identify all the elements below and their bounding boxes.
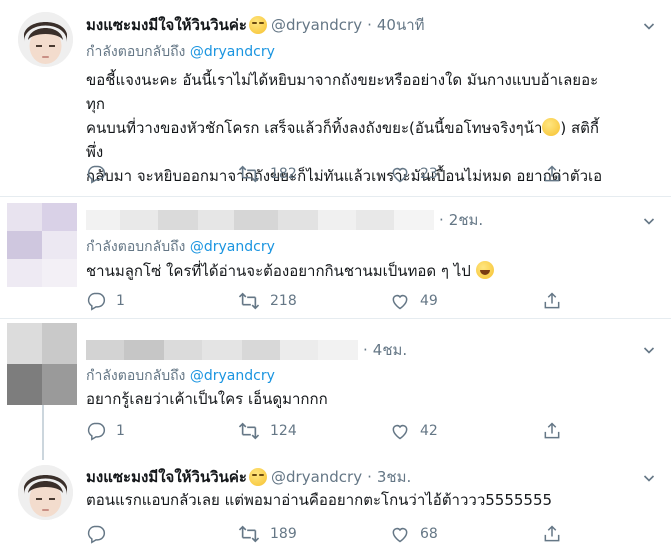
tweet[interactable]: · 2ชม. กำลังตอบกลับถึง @dryandcry ชานมลู… bbox=[0, 197, 671, 318]
replying-to-label: กำลังตอบกลับถึง bbox=[86, 239, 186, 255]
share-icon bbox=[542, 291, 562, 311]
reply-button[interactable] bbox=[86, 164, 238, 184]
blurred-name[interactable] bbox=[86, 340, 358, 360]
like-icon bbox=[390, 421, 410, 441]
display-name[interactable]: มงแซะมงมีใจให้วินวินค่ะ bbox=[86, 465, 247, 489]
tweet-text: ขอชี้แจงนะคะ อันนี้เราไม่ได้หยิบมาจากถัง… bbox=[86, 68, 606, 212]
chevron-down-icon[interactable] bbox=[643, 344, 655, 356]
separator-dot: · bbox=[367, 16, 372, 34]
chevron-down-icon[interactable] bbox=[643, 472, 655, 484]
tweet-header: · 2ชม. bbox=[86, 209, 483, 231]
like-count: 42 bbox=[420, 423, 438, 439]
like-count: 68 bbox=[420, 526, 438, 542]
display-name[interactable]: มงแซะมงมีใจให้วินวินค่ะ bbox=[86, 13, 247, 37]
share-icon bbox=[542, 421, 562, 441]
tweet-actions: 189 68 bbox=[86, 524, 562, 544]
tweet-actions: 1 124 42 bbox=[86, 421, 562, 441]
mention-link[interactable]: @dryandcry bbox=[190, 368, 275, 384]
tweet[interactable]: มงแซะมงมีใจให้วินวินค่ะ @dryandcry · 40น… bbox=[0, 0, 671, 209]
tweet-actions: 182 23 bbox=[86, 164, 562, 184]
tweet-header: · 4ชม. bbox=[86, 339, 407, 361]
timestamp[interactable]: 40นาที bbox=[377, 13, 425, 37]
retweet-count: 182 bbox=[270, 166, 297, 182]
like-button[interactable]: 49 bbox=[390, 291, 542, 311]
like-count: 23 bbox=[420, 166, 438, 182]
reply-count: 1 bbox=[116, 423, 125, 439]
tweet-text-segment: คนบนที่วางของหัวชักโครก เสร็จแล้วก็ทิ้งล… bbox=[86, 119, 543, 137]
reply-icon bbox=[86, 524, 106, 544]
tweet[interactable]: · 4ชม. กำลังตอบกลับถึง @dryandcry อยากรู… bbox=[0, 319, 671, 441]
separator-dot: · bbox=[367, 468, 372, 486]
separator-dot: · bbox=[363, 341, 368, 359]
replying-to-label: กำลังตอบกลับถึง bbox=[86, 44, 186, 60]
timestamp[interactable]: 4ชม. bbox=[373, 338, 407, 362]
tweet-text-line: คนบนที่วางของหัวชักโครก เสร็จแล้วก็ทิ้งล… bbox=[86, 116, 606, 164]
tweet-text: อยากรู้เลยว่าเค้าเป็นใคร เอ็นดูมากกก bbox=[86, 390, 328, 408]
retweet-button[interactable]: 182 bbox=[238, 164, 390, 184]
retweet-icon bbox=[238, 524, 260, 544]
timestamp[interactable]: 2ชม. bbox=[449, 208, 483, 232]
replying-to-label: กำลังตอบกลับถึง bbox=[86, 368, 186, 384]
like-button[interactable]: 68 bbox=[390, 524, 542, 544]
avatar[interactable] bbox=[18, 465, 73, 520]
retweet-icon bbox=[238, 421, 260, 441]
timestamp[interactable]: 3ชม. bbox=[377, 465, 411, 489]
separator-dot: · bbox=[439, 211, 444, 229]
retweet-icon bbox=[238, 164, 260, 184]
retweet-count: 189 bbox=[270, 526, 297, 542]
like-button[interactable]: 42 bbox=[390, 421, 542, 441]
blurred-name[interactable] bbox=[86, 210, 434, 230]
thread-line bbox=[42, 404, 44, 460]
emoji-icon bbox=[249, 468, 267, 486]
share-button[interactable] bbox=[542, 291, 562, 311]
reply-button[interactable] bbox=[86, 524, 238, 544]
share-button[interactable] bbox=[542, 421, 562, 441]
retweet-count: 124 bbox=[270, 423, 297, 439]
emoji-icon bbox=[542, 118, 561, 136]
replying-to: กำลังตอบกลับถึง @dryandcry bbox=[86, 41, 275, 63]
avatar[interactable] bbox=[7, 203, 77, 287]
like-count: 49 bbox=[420, 293, 438, 309]
replying-to: กำลังตอบกลับถึง @dryandcry bbox=[86, 365, 275, 387]
reply-icon bbox=[86, 291, 106, 311]
share-button[interactable] bbox=[542, 524, 562, 544]
reply-count: 1 bbox=[116, 293, 125, 309]
mention-link[interactable]: @dryandcry bbox=[190, 44, 275, 60]
mention-link[interactable]: @dryandcry bbox=[190, 239, 275, 255]
tweet-text: ตอนแรกแอบกลัวเลย แต่พอมาอ่านคืออยากตะโกน… bbox=[86, 491, 553, 509]
avatar[interactable] bbox=[18, 12, 73, 67]
laughing-emoji-icon bbox=[475, 261, 494, 279]
tweet-text: ชานมลูกโซ่ ใครที่ได้อ่านจะต้องอยากกินชาน… bbox=[86, 259, 606, 283]
user-handle[interactable]: @dryandcry bbox=[271, 16, 362, 34]
retweet-button[interactable]: 124 bbox=[238, 421, 390, 441]
retweet-button[interactable]: 189 bbox=[238, 524, 390, 544]
share-icon bbox=[542, 164, 562, 184]
reply-button[interactable]: 1 bbox=[86, 421, 238, 441]
retweet-count: 218 bbox=[270, 293, 297, 309]
replying-to: กำลังตอบกลับถึง @dryandcry bbox=[86, 236, 275, 258]
reply-icon bbox=[86, 421, 106, 441]
chevron-down-icon[interactable] bbox=[643, 215, 655, 227]
tweet-actions: 1 218 49 bbox=[86, 291, 562, 311]
share-icon bbox=[542, 524, 562, 544]
avatar[interactable] bbox=[7, 323, 77, 405]
retweet-button[interactable]: 218 bbox=[238, 291, 390, 311]
tweet-text-segment: ชานมลูกโซ่ ใครที่ได้อ่านจะต้องอยากกินชาน… bbox=[86, 262, 471, 280]
reply-button[interactable]: 1 bbox=[86, 291, 238, 311]
tweet-header: มงแซะมงมีใจให้วินวินค่ะ @dryandcry · 3ชม… bbox=[86, 466, 411, 488]
share-button[interactable] bbox=[542, 164, 562, 184]
tweet[interactable]: มงแซะมงมีใจให้วินวินค่ะ @dryandcry · 3ชม… bbox=[0, 460, 671, 557]
retweet-icon bbox=[238, 291, 260, 311]
tweet-header: มงแซะมงมีใจให้วินวินค่ะ @dryandcry · 40น… bbox=[86, 14, 425, 36]
user-handle[interactable]: @dryandcry bbox=[271, 468, 362, 486]
tweet-text-line: ขอชี้แจงนะคะ อันนี้เราไม่ได้หยิบมาจากถัง… bbox=[86, 71, 599, 113]
like-icon bbox=[390, 524, 410, 544]
chevron-down-icon[interactable] bbox=[643, 20, 655, 32]
like-icon bbox=[390, 291, 410, 311]
emoji-icon bbox=[249, 16, 267, 34]
like-icon bbox=[390, 164, 410, 184]
reply-icon bbox=[86, 164, 106, 184]
like-button[interactable]: 23 bbox=[390, 164, 542, 184]
